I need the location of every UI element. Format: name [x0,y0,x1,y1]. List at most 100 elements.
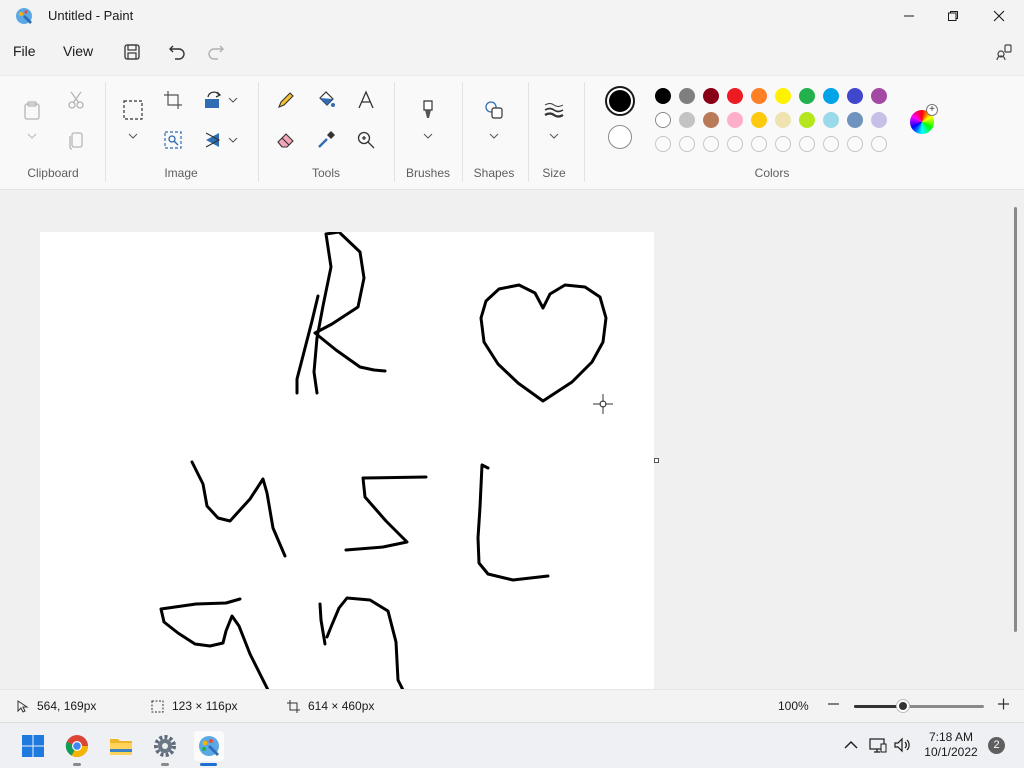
select-button[interactable] [119,96,147,124]
file-explorer-taskbar-button[interactable] [106,731,136,761]
text-icon [358,90,374,109]
magnifier-button[interactable] [352,126,380,154]
color-swatch[interactable] [823,88,839,104]
system-clock[interactable]: 7:18 AM 10/1/2022 [918,730,984,760]
chrome-taskbar-button[interactable] [62,731,92,761]
eraser-icon [277,133,294,148]
share-icon [996,44,1012,61]
zoom-in-button[interactable] [997,697,1010,710]
chrome-icon [65,735,88,757]
menu-bar: File View [0,34,1024,70]
crop-button[interactable] [159,86,187,114]
color-swatch[interactable] [751,112,767,128]
minimize-button[interactable] [886,0,932,32]
color-swatch[interactable] [679,88,695,104]
zoom-slider-thumb[interactable] [897,700,910,712]
brushes-group-label: Brushes [405,166,451,180]
cut-button[interactable] [62,86,90,114]
color-swatch[interactable] [799,88,815,104]
color-swatch[interactable] [775,88,791,104]
color-swatch[interactable] [655,112,671,128]
canvas-drawing [159,232,608,689]
color-swatch[interactable] [751,88,767,104]
custom-color-slot[interactable] [679,136,695,152]
eraser-button[interactable] [272,126,300,154]
chevron-down-icon[interactable] [549,132,559,140]
zoom-slider[interactable] [854,705,984,708]
chevron-down-icon[interactable] [27,132,37,140]
color-swatch[interactable] [847,88,863,104]
size-button[interactable] [540,96,568,124]
color-swatch[interactable] [775,112,791,128]
chevron-down-icon[interactable] [489,132,499,140]
color-swatch[interactable] [871,88,887,104]
image-search-button[interactable] [159,126,187,154]
color-swatch[interactable] [847,112,863,128]
view-menu[interactable]: View [63,43,93,59]
start-button[interactable] [18,731,48,761]
paint-icon [199,736,219,756]
save-icon [124,44,140,60]
flip-button[interactable] [199,126,227,154]
maximize-button[interactable] [930,0,976,32]
custom-color-slot[interactable] [751,136,767,152]
canvas-resize-handle[interactable] [654,458,659,463]
rotate-button[interactable] [199,86,227,114]
color-swatch[interactable] [799,112,815,128]
text-button[interactable] [352,86,380,114]
color-swatch[interactable] [871,112,887,128]
select-icon [123,100,143,120]
color-swatch[interactable] [727,112,743,128]
color-swatch[interactable] [703,112,719,128]
custom-color-slot[interactable] [727,136,743,152]
color-swatch[interactable] [727,88,743,104]
flip-icon [205,132,221,148]
fill-button[interactable] [312,86,340,114]
color-swatch[interactable] [703,88,719,104]
primary-color[interactable] [605,86,635,116]
color-picker-button[interactable] [312,126,340,154]
drawn-heart [479,283,608,403]
paste-button[interactable] [18,96,46,124]
chevron-down-icon[interactable] [228,136,238,144]
chevron-down-icon[interactable] [128,132,138,140]
notification-badge[interactable]: 2 [988,737,1005,754]
brushes-button[interactable] [414,96,442,124]
share-button[interactable] [992,40,1016,64]
custom-color-slot[interactable] [703,136,719,152]
copy-button[interactable] [62,126,90,154]
pencil-button[interactable] [272,86,300,114]
chevron-up-icon[interactable] [842,736,860,754]
custom-color-slot[interactable] [823,136,839,152]
undo-icon [169,45,185,60]
redo-button[interactable] [204,40,228,64]
vertical-scrollbar[interactable] [1014,207,1017,632]
secondary-color[interactable] [608,125,632,149]
zoom-out-button[interactable] [827,697,840,710]
undo-button[interactable] [165,40,189,64]
custom-color-slot[interactable] [799,136,815,152]
chevron-down-icon[interactable] [423,132,433,140]
chevron-down-icon[interactable] [228,96,238,104]
settings-taskbar-button[interactable] [150,731,180,761]
volume-icon[interactable] [893,736,911,754]
divider [584,82,585,182]
shapes-button[interactable] [480,96,508,124]
drawing-canvas[interactable] [40,232,654,689]
color-swatch[interactable] [823,112,839,128]
color-swatch[interactable] [679,112,695,128]
clock-time: 7:18 AM [928,730,974,744]
network-icon[interactable] [869,736,887,754]
close-button[interactable] [976,0,1022,32]
color-picker-icon [318,131,335,148]
minimize-icon [904,15,914,17]
save-button[interactable] [120,40,144,64]
custom-color-slot[interactable] [847,136,863,152]
clock-date: 10/1/2022 [924,745,978,759]
custom-color-slot[interactable] [775,136,791,152]
file-menu[interactable]: File [13,43,36,59]
custom-color-slot[interactable] [871,136,887,152]
color-swatch[interactable] [655,88,671,104]
custom-color-slot[interactable] [655,136,671,152]
paint-taskbar-button[interactable] [194,731,224,761]
